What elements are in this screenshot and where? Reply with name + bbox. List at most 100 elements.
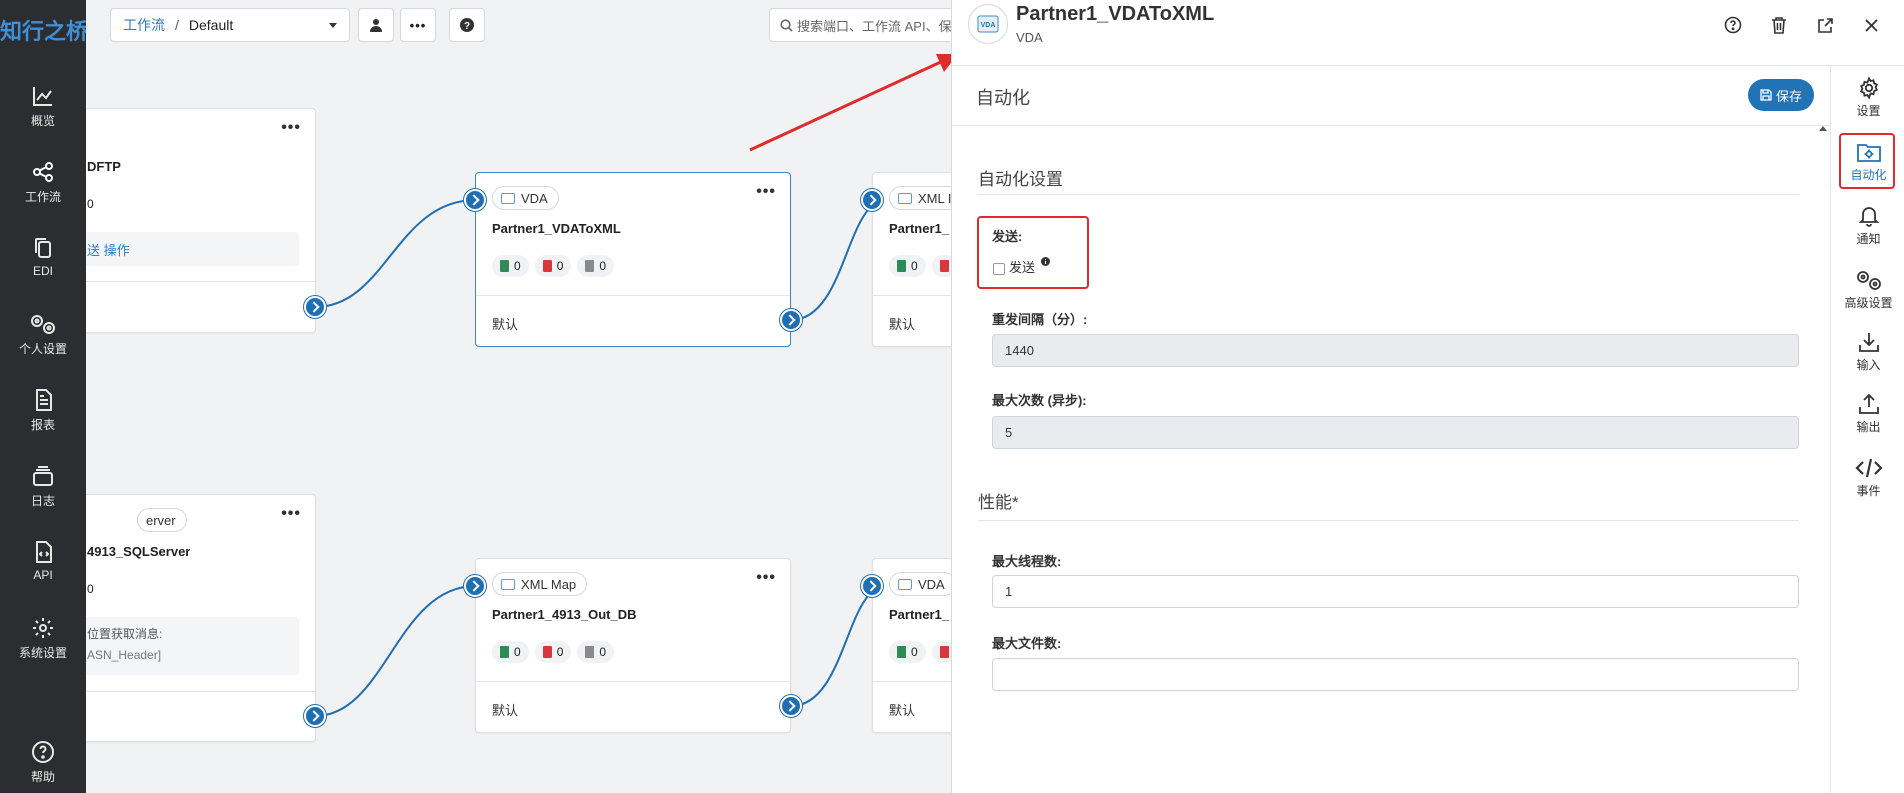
- node-title: 4913_SQLServer: [87, 544, 191, 559]
- sidebar-item-workflow[interactable]: 工作流: [0, 160, 86, 205]
- info-icon: [1040, 257, 1050, 266]
- node-title: Partner1_VDAToXML: [492, 221, 621, 236]
- tab-advanced-settings[interactable]: 高级设置: [1831, 268, 1904, 311]
- error-file-icon: [939, 260, 949, 272]
- breadcrumb-workflow-link[interactable]: 工作流: [123, 15, 165, 35]
- svg-text:VDA: VDA: [981, 22, 996, 29]
- node-type-tag: XML Map: [492, 572, 588, 596]
- gear-icon: [1859, 76, 1878, 100]
- tab-output[interactable]: 输出: [1831, 392, 1904, 435]
- sidebar-item-help[interactable]: 帮助: [0, 740, 86, 785]
- user-button[interactable]: [358, 8, 394, 42]
- copy-icon: [35, 238, 51, 258]
- node-input-port[interactable]: [861, 575, 883, 597]
- panel-subtitle: VDA: [1016, 30, 1043, 45]
- help-button[interactable]: [1722, 14, 1744, 36]
- node-menu-icon[interactable]: •••: [756, 569, 776, 587]
- pending-file-icon: [585, 260, 595, 272]
- node-menu-icon[interactable]: •••: [756, 183, 776, 201]
- send-checkbox-row[interactable]: 发送: [993, 257, 1050, 276]
- breadcrumb-current[interactable]: Default: [189, 17, 329, 33]
- chevron-down-icon[interactable]: [329, 22, 337, 28]
- max-files-field[interactable]: [992, 658, 1799, 691]
- node-type-tag: erver: [137, 508, 187, 532]
- save-icon: [1760, 89, 1772, 101]
- left-sidebar: 知行之桥 概览 工作流 EDI 个人设置 报表 日志 API 系统设置 帮助: [0, 0, 89, 793]
- workflow-node-sftp[interactable]: ••• DFTP 0 送 操作: [86, 108, 316, 333]
- xml-map-icon: [501, 578, 515, 590]
- svg-text:?: ?: [464, 21, 470, 32]
- save-button[interactable]: 保存: [1748, 79, 1814, 111]
- node-output-port[interactable]: [780, 309, 802, 331]
- sidebar-item-edi[interactable]: EDI: [0, 236, 86, 278]
- node-title: Partner1_4913_Out_DB: [492, 607, 637, 622]
- node-output-port[interactable]: [304, 705, 326, 727]
- sidebar-item-system-settings[interactable]: 系统设置: [0, 616, 86, 661]
- tab-notifications[interactable]: 通知: [1831, 204, 1904, 247]
- report-icon: [36, 389, 52, 411]
- node-input-port[interactable]: [464, 189, 486, 211]
- bell-icon: [1858, 207, 1879, 227]
- workflow-node-vda-2[interactable]: VDA Partner1_ 0 默认: [872, 558, 952, 733]
- success-file-icon: [500, 646, 509, 658]
- download-icon: [1858, 333, 1879, 352]
- node-input-port[interactable]: [464, 575, 486, 597]
- external-link-icon: [1817, 17, 1833, 33]
- user-icon: [370, 19, 382, 32]
- node-count: 0: [87, 197, 94, 211]
- sidebar-item-reports[interactable]: 报表: [0, 388, 86, 433]
- scrollbar[interactable]: [1819, 126, 1827, 793]
- error-file-icon: [542, 646, 552, 658]
- sidebar-item-overview[interactable]: 概览: [0, 84, 86, 129]
- vda-icon: [501, 192, 515, 204]
- success-file-icon: [897, 646, 906, 658]
- tab-automation[interactable]: 自动化: [1831, 140, 1904, 183]
- send-checkbox[interactable]: [993, 262, 1005, 275]
- flow-icon: [33, 162, 53, 182]
- open-external-button[interactable]: [1814, 14, 1836, 36]
- close-button[interactable]: [1860, 14, 1882, 36]
- node-title: Partner1_: [889, 221, 949, 236]
- sidebar-item-logs[interactable]: 日志: [0, 464, 86, 509]
- max-threads-label: 最大线程数:: [992, 554, 1062, 569]
- tab-input[interactable]: 输入: [1831, 330, 1904, 373]
- node-menu-icon[interactable]: •••: [281, 119, 301, 137]
- sidebar-item-personal-settings[interactable]: 个人设置: [0, 312, 86, 357]
- max-threads-field[interactable]: 1: [992, 575, 1799, 608]
- node-count: 0: [87, 582, 94, 596]
- delete-button[interactable]: [1768, 14, 1790, 36]
- workflow-node-xml-map[interactable]: XML Map ••• Partner1_4913_Out_DB 0 0 0 默…: [475, 558, 791, 733]
- node-type-tag: VDA: [492, 186, 559, 210]
- node-counts: 0 0 0: [492, 641, 615, 663]
- more-button[interactable]: •••: [400, 8, 436, 42]
- node-output-port[interactable]: [780, 695, 802, 717]
- workflow-node-xml[interactable]: XML I Partner1_ 0 默认: [872, 172, 952, 347]
- node-footer: 默认: [492, 317, 519, 332]
- tab-settings[interactable]: 设置: [1831, 76, 1904, 119]
- retry-interval-field[interactable]: 1440: [992, 334, 1799, 367]
- node-operation-link[interactable]: 送 操作: [86, 232, 299, 266]
- node-footer: 默认: [889, 703, 916, 718]
- max-attempts-field[interactable]: 5: [992, 416, 1799, 449]
- panel-content: 自动化 保存 自动化设置 发送: 发送 重发间隔（分）: 1440 最大次数 (…: [952, 66, 1830, 793]
- node-counts: 0: [889, 641, 952, 663]
- retry-interval-label: 重发间隔（分）:: [992, 312, 1088, 327]
- help-button[interactable]: ?: [449, 8, 485, 42]
- node-output-port[interactable]: [304, 296, 326, 318]
- breadcrumb[interactable]: 工作流 / Default: [110, 8, 350, 42]
- node-input-port[interactable]: [861, 189, 883, 211]
- panel-tab-bar: 设置 自动化 通知 高级设置 输入 输出 事件: [1830, 66, 1904, 793]
- workflow-node-vda[interactable]: VDA ••• Partner1_VDAToXML 0 0 0 默认: [475, 172, 791, 347]
- node-menu-icon[interactable]: •••: [281, 505, 301, 523]
- section-title: 自动化: [976, 88, 1030, 108]
- sidebar-item-api[interactable]: API: [0, 540, 86, 582]
- node-counts: 0: [889, 255, 952, 277]
- layers-icon: [33, 466, 53, 486]
- upload-icon: [1858, 393, 1879, 414]
- node-info: 位置获取消息: ASN_Header]: [86, 617, 299, 675]
- logo: 知行之桥: [0, 19, 89, 44]
- node-type-tag: XML I: [889, 186, 952, 210]
- workflow-node-sqlserver[interactable]: erver ••• 4913_SQLServer 0 位置获取消息: ASN_H…: [86, 494, 316, 742]
- help-icon: [1724, 16, 1742, 34]
- tab-events[interactable]: 事件: [1831, 456, 1904, 499]
